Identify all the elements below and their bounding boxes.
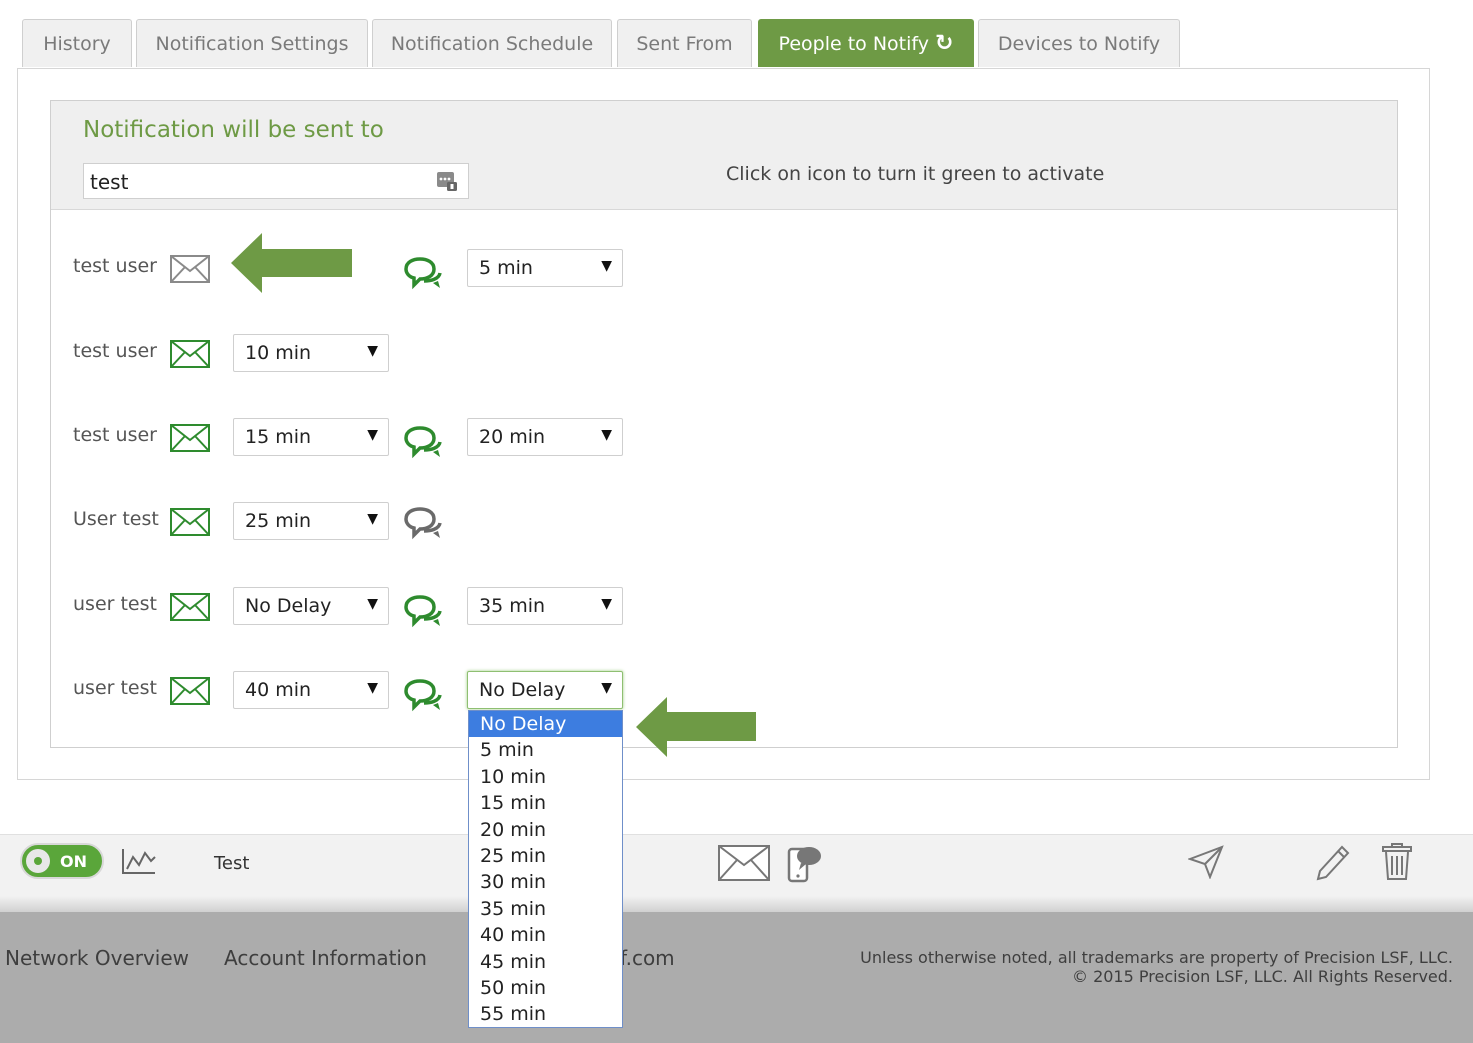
tab-notification-settings[interactable]: Notification Settings — [136, 19, 368, 67]
dropdown-option[interactable]: 5 min — [469, 737, 622, 763]
dropdown-option[interactable]: 10 min — [469, 764, 622, 790]
tab-people-to-notify[interactable]: People to Notify ↻ — [758, 19, 974, 67]
recipient-name: user test — [73, 677, 157, 699]
dropdown-option[interactable]: 45 min — [469, 949, 622, 975]
sms-delay-select[interactable]: 20 min ▼ — [467, 418, 623, 456]
email-delay-select[interactable]: 15 min ▼ — [233, 418, 389, 456]
refresh-icon[interactable]: ↻ — [935, 31, 953, 56]
email-delay-select[interactable]: 10 min ▼ — [233, 334, 389, 372]
dropdown-option[interactable]: 15 min — [469, 790, 622, 816]
recipient-row: test user 15 min ▼ 20 min ▼ — [73, 418, 633, 460]
sms-icon[interactable] — [402, 677, 444, 713]
sms-phone-icon[interactable] — [787, 843, 823, 883]
dropdown-option[interactable]: 30 min — [469, 869, 622, 895]
chart-icon[interactable] — [121, 847, 157, 875]
footer-link-website[interactable]: f.com — [620, 946, 675, 970]
recipient-name: test user — [73, 255, 157, 277]
email-icon[interactable] — [170, 424, 210, 452]
dropdown-arrow-icon: ▼ — [367, 511, 378, 527]
email-icon[interactable] — [170, 340, 210, 368]
sms-delay-select[interactable]: 5 min ▼ — [467, 249, 623, 287]
dropdown-arrow-icon: ▼ — [367, 427, 378, 443]
sms-icon[interactable] — [402, 255, 444, 291]
email-icon[interactable] — [170, 255, 210, 283]
dropdown-option[interactable]: 40 min — [469, 922, 622, 948]
contact-card-icon[interactable] — [436, 170, 458, 192]
recipient-row: test user 10 min ▼ — [73, 334, 633, 374]
dropdown-arrow-icon: ▼ — [367, 343, 378, 359]
dropdown-option[interactable]: 50 min — [469, 975, 622, 1001]
email-delay-select[interactable]: No Delay ▼ — [233, 587, 389, 625]
email-icon[interactable] — [718, 845, 770, 881]
item-toolbar: ON Test — [0, 834, 1473, 897]
dropdown-option[interactable]: 20 min — [469, 817, 622, 843]
item-name: Test — [214, 853, 250, 874]
dropdown-arrow-icon: ▼ — [367, 680, 378, 696]
delay-dropdown-list[interactable]: No Delay 5 min 10 min 15 min 20 min 25 m… — [468, 710, 623, 1028]
recipient-name: test user — [73, 340, 157, 362]
recipient-name: test user — [73, 424, 157, 446]
dropdown-arrow-icon: ▼ — [367, 596, 378, 612]
dropdown-option[interactable]: No Delay — [469, 711, 622, 738]
panel-header: Notification will be sent to test Click … — [51, 101, 1397, 210]
sms-delay-select[interactable]: 35 min ▼ — [467, 587, 623, 625]
recipient-row: user test 40 min ▼ No Delay ▼ — [73, 671, 633, 713]
sms-icon[interactable] — [402, 424, 444, 460]
activation-hint: Click on icon to turn it green to activa… — [726, 163, 1105, 185]
toolbar-shadow — [0, 896, 1473, 912]
footer: Network Overview Account Information f.c… — [0, 912, 1473, 1043]
dropdown-arrow-icon: ▼ — [601, 427, 612, 443]
sms-icon[interactable] — [402, 505, 444, 541]
dropdown-option[interactable]: 25 min — [469, 843, 622, 869]
email-delay-select[interactable]: 25 min ▼ — [233, 502, 389, 540]
recipient-row: user test No Delay ▼ 35 min ▼ — [73, 587, 633, 629]
sms-delay-select[interactable]: No Delay ▼ — [467, 671, 623, 709]
tab-devices-to-notify[interactable]: Devices to Notify — [978, 19, 1180, 67]
dropdown-option[interactable]: 35 min — [469, 896, 622, 922]
dropdown-arrow-icon: ▼ — [601, 680, 612, 696]
send-icon[interactable] — [1188, 845, 1224, 879]
email-icon[interactable] — [170, 677, 210, 705]
recipient-row: User test 25 min ▼ — [73, 502, 633, 542]
recipient-name: user test — [73, 593, 157, 615]
footer-link-network-overview[interactable]: Network Overview — [5, 946, 189, 970]
on-off-toggle[interactable]: ON — [20, 843, 104, 879]
panel-title: Notification will be sent to — [83, 117, 384, 143]
annotation-arrow-icon — [231, 233, 352, 293]
dropdown-option[interactable]: 55 min — [469, 1001, 622, 1027]
dropdown-arrow-icon: ▼ — [601, 596, 612, 612]
sms-icon[interactable] — [402, 593, 444, 629]
email-icon[interactable] — [170, 593, 210, 621]
group-input-value: test — [90, 170, 129, 194]
group-input[interactable]: test — [83, 163, 469, 199]
tab-history[interactable]: History — [22, 19, 132, 67]
recipient-name: User test — [73, 508, 159, 530]
tab-sent-from[interactable]: Sent From — [617, 19, 752, 67]
email-icon[interactable] — [170, 508, 210, 536]
tab-notification-schedule[interactable]: Notification Schedule — [372, 19, 612, 67]
trash-icon[interactable] — [1380, 843, 1414, 881]
annotation-arrow-icon — [636, 697, 756, 757]
toggle-knob — [26, 849, 50, 873]
email-delay-select[interactable]: 40 min ▼ — [233, 671, 389, 709]
dropdown-arrow-icon: ▼ — [601, 258, 612, 274]
footer-link-account-information[interactable]: Account Information — [224, 946, 427, 970]
recipient-row: test user 5 min ▼ — [73, 249, 633, 291]
edit-pencil-icon[interactable] — [1314, 843, 1350, 881]
copyright: Unless otherwise noted, all trademarks a… — [860, 948, 1453, 986]
